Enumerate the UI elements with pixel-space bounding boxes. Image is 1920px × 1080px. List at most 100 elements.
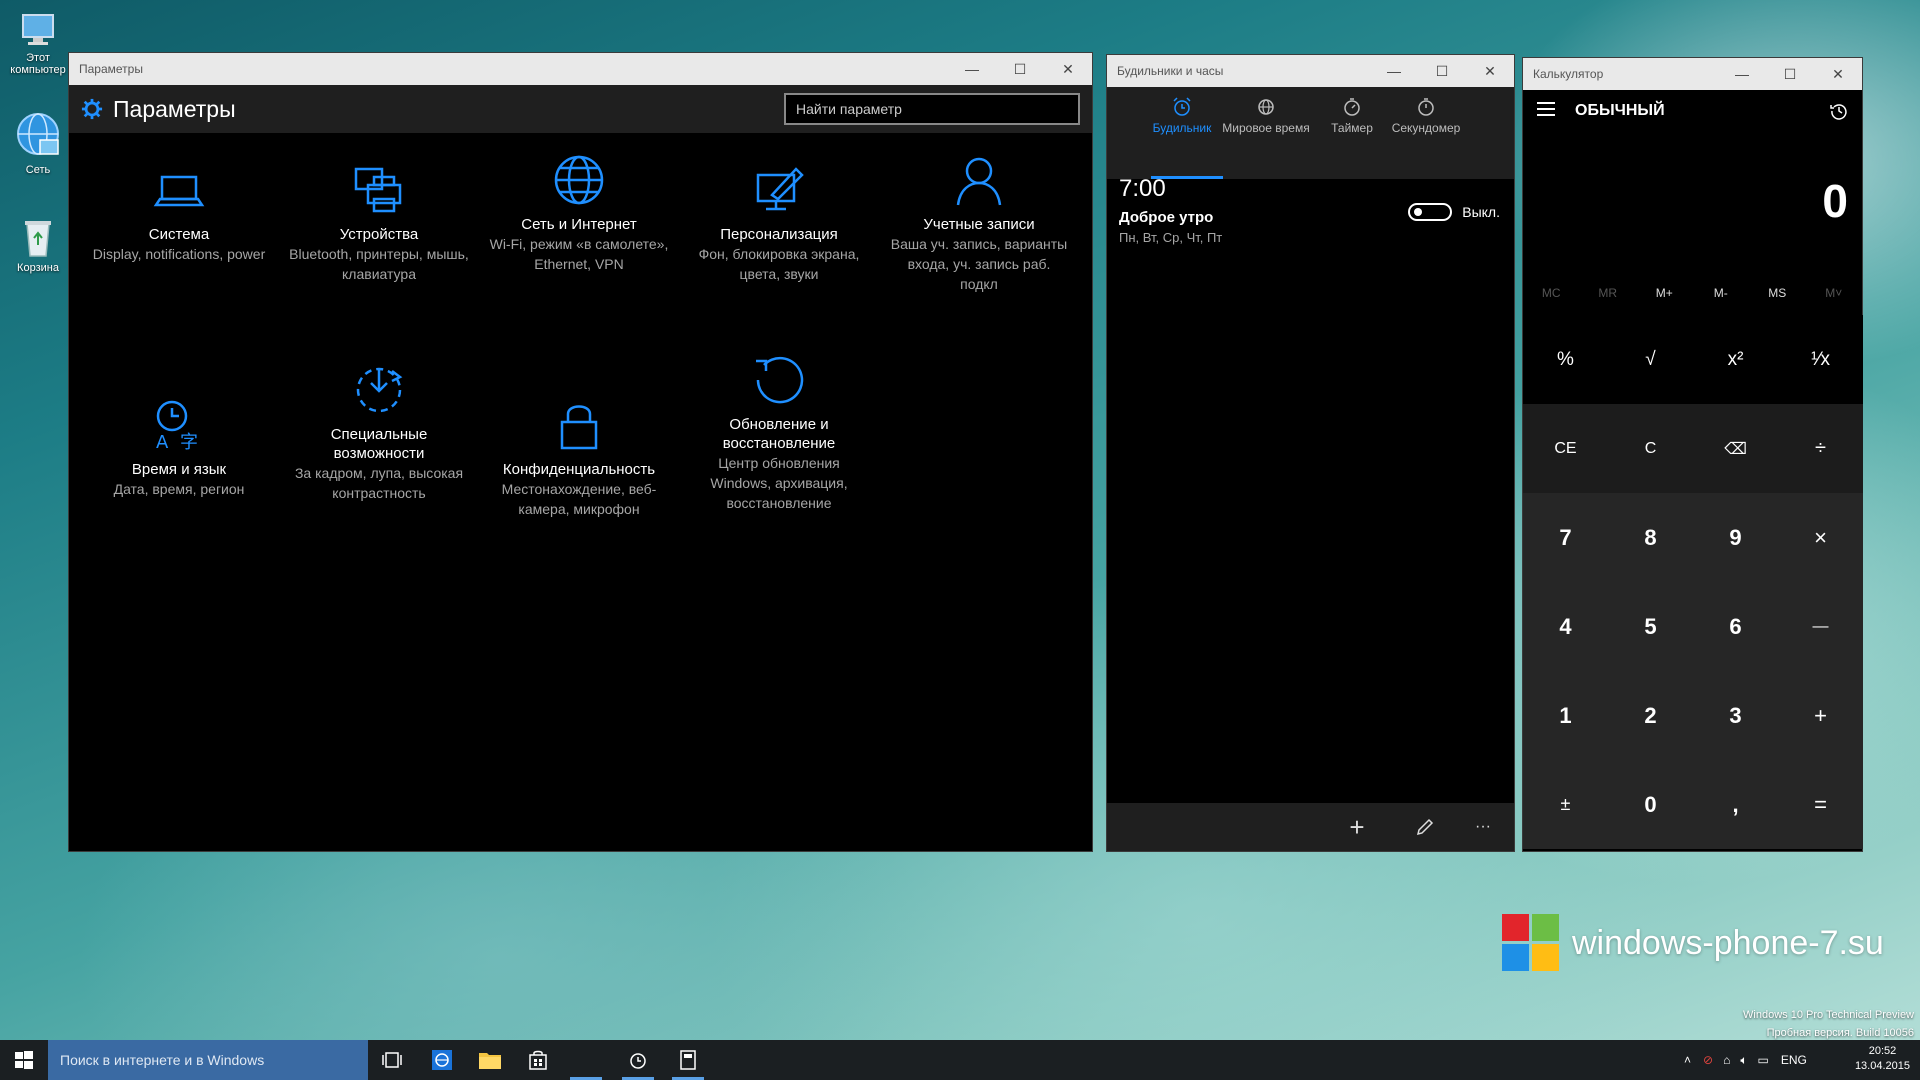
maximize-button[interactable]: ☐: [1766, 58, 1814, 90]
tab-label: Мировое время: [1222, 121, 1310, 135]
tile-personalization[interactable]: Персонализация Фон, блокировка экрана, ц…: [689, 163, 869, 284]
network-icon[interactable]: ⌂: [1723, 1053, 1730, 1067]
taskbar-app-browser[interactable]: [418, 1040, 466, 1080]
percent-button[interactable]: %: [1523, 315, 1608, 404]
sqrt-button[interactable]: √: [1608, 315, 1693, 404]
divide-button[interactable]: ÷: [1778, 404, 1863, 493]
plus-button[interactable]: +: [1778, 671, 1863, 760]
tile-privacy[interactable]: Конфиденциальность Местонахождение, веб-…: [489, 398, 669, 519]
taskbar-app-settings[interactable]: [562, 1040, 610, 1080]
memory-list-button[interactable]: M˅: [1806, 286, 1863, 310]
taskbar-clock[interactable]: 20:52 13.04.2015: [1855, 1044, 1910, 1074]
digit-3-button[interactable]: 3: [1693, 671, 1778, 760]
close-button[interactable]: ✕: [1466, 55, 1514, 87]
minimize-button[interactable]: —: [1370, 55, 1418, 87]
language-indicator[interactable]: ENG: [1781, 1053, 1807, 1067]
reciprocal-button[interactable]: ¹⁄x: [1778, 315, 1863, 404]
clock-language-icon: A 字: [156, 400, 198, 452]
maximize-button[interactable]: ☐: [996, 53, 1044, 85]
m-plus-button[interactable]: M+: [1636, 286, 1693, 310]
maximize-button[interactable]: ☐: [1418, 55, 1466, 87]
globe-icon: [1258, 99, 1274, 115]
tab-alarm[interactable]: Будильник: [1137, 97, 1227, 135]
svg-text:字: 字: [180, 432, 198, 452]
tab-stopwatch[interactable]: Секундомер: [1381, 97, 1471, 135]
clear-entry-button[interactable]: CE: [1523, 404, 1608, 493]
digit-9-button[interactable]: 9: [1693, 493, 1778, 582]
tile-network[interactable]: Сеть и Интернет Wi-Fi, режим «в самолете…: [489, 153, 669, 274]
history-icon[interactable]: [1830, 102, 1848, 120]
taskbar-app-alarms[interactable]: [614, 1040, 662, 1080]
digit-6-button[interactable]: 6: [1693, 582, 1778, 671]
digit-4-button[interactable]: 4: [1523, 582, 1608, 671]
window-controls: — ☐ ✕: [948, 53, 1092, 85]
taskbar-search-input[interactable]: Поиск в интернете и в Windows: [48, 1040, 368, 1080]
watermark-text: windows-phone-7.su: [1572, 923, 1884, 962]
start-button[interactable]: [0, 1040, 48, 1080]
minus-button[interactable]: —: [1778, 582, 1863, 671]
task-view-button[interactable]: [368, 1040, 416, 1080]
decimal-button[interactable]: ,: [1693, 760, 1778, 849]
search-input[interactable]: Найти параметр: [784, 93, 1080, 125]
digit-5-button[interactable]: 5: [1608, 582, 1693, 671]
more-button[interactable]: ···: [1463, 811, 1503, 843]
multiply-button[interactable]: ×: [1778, 493, 1863, 582]
desktop-icon-recycle-bin[interactable]: Корзина: [2, 216, 74, 274]
taskbar-app-explorer[interactable]: [466, 1040, 514, 1080]
show-hidden-icons-icon[interactable]: ˄: [1684, 1053, 1691, 1067]
tile-desc: Ваша уч. запись, варианты входа, уч. зап…: [890, 236, 1068, 292]
digit-1-button[interactable]: 1: [1523, 671, 1608, 760]
clear-button[interactable]: C: [1608, 404, 1693, 493]
title-bar[interactable]: Параметры — ☐ ✕: [69, 53, 1092, 85]
mc-button[interactable]: MC: [1523, 286, 1580, 310]
ms-button[interactable]: MS: [1749, 286, 1806, 310]
title-bar[interactable]: Калькулятор — ☐ ✕: [1523, 58, 1862, 90]
close-button[interactable]: ✕: [1814, 58, 1862, 90]
tab-label: Секундомер: [1391, 121, 1461, 135]
minimize-button[interactable]: —: [1718, 58, 1766, 90]
taskbar-app-calculator[interactable]: [664, 1040, 712, 1080]
m-minus-button[interactable]: M-: [1693, 286, 1750, 310]
square-button[interactable]: x²: [1693, 315, 1778, 404]
edit-button[interactable]: [1405, 811, 1445, 843]
tile-accounts[interactable]: Учетные записи Ваша уч. запись, варианты…: [889, 153, 1069, 294]
laptop-icon: [153, 175, 205, 207]
desktop-icon-network[interactable]: Сеть: [2, 110, 74, 176]
digit-0-button[interactable]: 0: [1608, 760, 1693, 849]
memory-row: MC MR M+ M- MS M˅: [1523, 286, 1862, 310]
mr-button[interactable]: MR: [1580, 286, 1637, 310]
alarm-toggle[interactable]: Выкл.: [1408, 203, 1500, 221]
add-alarm-button[interactable]: +: [1337, 811, 1377, 843]
tile-name: Сеть и Интернет: [521, 216, 637, 233]
tile-devices[interactable]: Устройства Bluetooth, принтеры, мышь, кл…: [289, 163, 469, 284]
digit-2-button[interactable]: 2: [1608, 671, 1693, 760]
action-center-icon[interactable]: ▭: [1758, 1053, 1769, 1067]
tile-update-recovery[interactable]: Обновление и восстановление Центр обновл…: [689, 353, 869, 513]
tile-desc: За кадром, лупа, высокая контрастность: [294, 465, 464, 501]
desktop-icon-this-pc[interactable]: Этот компьютер: [2, 10, 74, 76]
close-button[interactable]: ✕: [1044, 53, 1092, 85]
tab-world-clock[interactable]: Мировое время: [1221, 97, 1311, 135]
taskbar-app-store[interactable]: [514, 1040, 562, 1080]
tile-desc: Display, notifications, power: [92, 246, 266, 262]
title-bar[interactable]: Будильники и часы — ☐ ✕: [1107, 55, 1514, 87]
security-icon[interactable]: ⊘: [1703, 1053, 1713, 1067]
equals-button[interactable]: =: [1778, 760, 1863, 849]
page-title: Параметры: [113, 95, 236, 122]
backspace-button[interactable]: ⌫: [1693, 404, 1778, 493]
toggle-switch[interactable]: [1408, 203, 1453, 221]
tile-accessibility[interactable]: Специальные возможности За кадром, лупа,…: [289, 363, 469, 503]
paint-monitor-icon: [756, 167, 804, 211]
digit-7-button[interactable]: 7: [1523, 493, 1608, 582]
tile-time-language[interactable]: A 字 Время и язык Дата, время, регион: [89, 398, 269, 499]
tile-desc: Местонахождение, веб-камера, микрофон: [501, 481, 657, 517]
gear-icon: [81, 98, 103, 120]
negate-button[interactable]: ±: [1523, 760, 1608, 849]
alarm-item[interactable]: 7:00 Доброе утро Пн, Вт, Ср, Чт, Пт: [1119, 175, 1222, 245]
app-bar: + ···: [1107, 803, 1514, 851]
digit-8-button[interactable]: 8: [1608, 493, 1693, 582]
tile-system[interactable]: Система Display, notifications, power: [89, 163, 269, 264]
hamburger-menu-icon[interactable]: [1537, 102, 1555, 116]
minimize-button[interactable]: —: [948, 53, 996, 85]
volume-icon[interactable]: 🔈︎: [1740, 1053, 1747, 1068]
